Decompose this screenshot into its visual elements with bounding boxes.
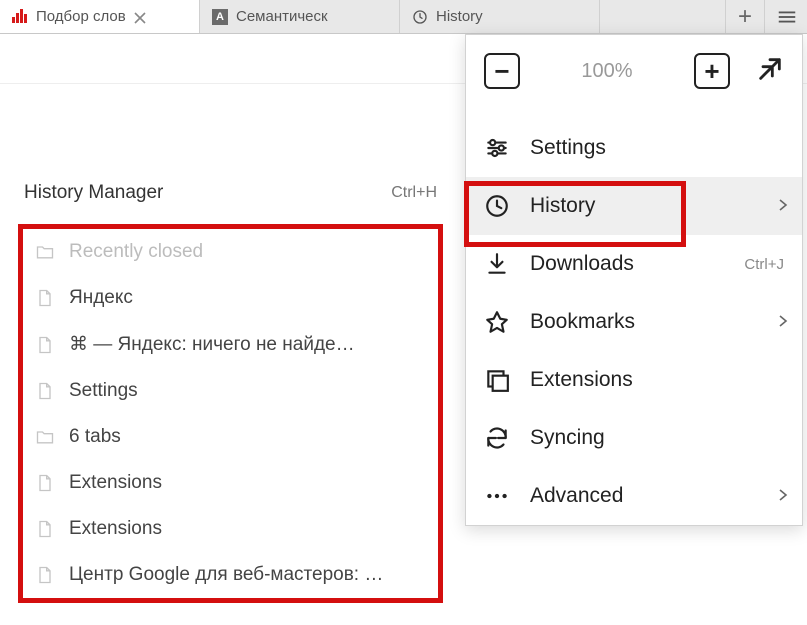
history-item-label: Extensions [69, 518, 162, 540]
folder-icon [35, 242, 55, 262]
zoom-row: − 100% + [466, 35, 802, 119]
menu-item-bookmarks[interactable]: Bookmarks [466, 293, 802, 351]
history-item-label: Extensions [69, 472, 162, 494]
history-item-label: Центр Google для веб-мастеров: … [69, 564, 383, 586]
menu-item-extensions[interactable]: Extensions [466, 351, 802, 409]
menu-item-settings[interactable]: Settings [466, 119, 802, 177]
history-item[interactable]: Extensions [23, 506, 438, 552]
history-panel: History Manager Ctrl+H Recently closed Ян… [18, 170, 443, 603]
menu-item-label: Extensions [530, 368, 633, 392]
tab-label: History [436, 8, 483, 25]
menu-item-label: Downloads [530, 252, 634, 276]
history-item[interactable]: Яндекс [23, 275, 438, 321]
menu-item-label: Syncing [530, 426, 605, 450]
settings-icon [484, 135, 510, 161]
chevron-right-icon [778, 194, 788, 218]
history-item[interactable]: Recently closed [23, 229, 438, 275]
clock-icon [412, 9, 428, 25]
tab-strip: Подбор слов A Семантическ History + [0, 0, 807, 34]
advanced-icon [484, 483, 510, 509]
menu-item-label: History [530, 194, 595, 218]
history-panel-title: History Manager [24, 182, 163, 204]
close-icon[interactable] [134, 11, 146, 23]
menu-item-label: Advanced [530, 484, 623, 508]
browser-tab[interactable]: Подбор слов [0, 0, 200, 33]
zoom-in-button[interactable]: + [694, 53, 730, 89]
tab-label: Семантическ [236, 8, 328, 25]
annotation-box: Recently closed Яндекс ⌘ — Яндекс: ничего … [18, 224, 443, 603]
tab-label: Подбор слов [36, 8, 126, 25]
syncing-icon [484, 425, 510, 451]
bars-icon [12, 9, 28, 25]
history-panel-shortcut: Ctrl+H [391, 184, 437, 202]
history-item-label: Settings [69, 380, 138, 402]
page-icon [35, 473, 55, 493]
menu-item-downloads[interactable]: Downloads Ctrl+J [466, 235, 802, 293]
menu-item-syncing[interactable]: Syncing [466, 409, 802, 467]
browser-tab[interactable]: History [400, 0, 600, 33]
menu-item-shortcut: Ctrl+J [744, 256, 784, 273]
menu-item-advanced[interactable]: Advanced [466, 467, 802, 525]
menu-item-history[interactable]: History [466, 177, 802, 235]
history-item[interactable]: Центр Google для веб-мастеров: … [23, 552, 438, 598]
page-icon [35, 288, 55, 308]
zoom-out-button[interactable]: − [484, 53, 520, 89]
page-icon [35, 335, 55, 355]
history-icon [484, 193, 510, 219]
main-menu-button[interactable] [767, 0, 807, 33]
history-item[interactable]: ⌘ — Яндекс: ничего не найде… [23, 321, 438, 368]
history-item[interactable]: 6 tabs [23, 414, 438, 460]
history-item-label: ⌘ — Яндекс: ничего не найде… [69, 333, 355, 356]
page-icon [35, 565, 55, 585]
history-item-label: 6 tabs [69, 426, 121, 448]
bookmarks-icon [484, 309, 510, 335]
menu-item-label: Settings [530, 136, 606, 160]
new-tab-button[interactable]: + [725, 0, 765, 33]
folder-icon [35, 427, 55, 447]
chevron-right-icon [778, 310, 788, 334]
main-menu: − 100% + Settings History Downloads Ctrl+J B… [465, 34, 803, 526]
history-item-label: Яндекс [69, 287, 133, 309]
chevron-right-icon [778, 484, 788, 508]
history-item[interactable]: Settings [23, 368, 438, 414]
extensions-icon [484, 367, 510, 393]
history-item[interactable]: Extensions [23, 460, 438, 506]
fullscreen-icon[interactable] [756, 55, 784, 88]
page-icon [35, 519, 55, 539]
downloads-icon [484, 251, 510, 277]
browser-tab[interactable]: A Семантическ [200, 0, 400, 33]
zoom-level: 100% [581, 60, 632, 83]
menu-item-label: Bookmarks [530, 310, 635, 334]
page-icon [35, 381, 55, 401]
history-item-label: Recently closed [69, 241, 203, 263]
letter-a-icon: A [212, 9, 228, 25]
